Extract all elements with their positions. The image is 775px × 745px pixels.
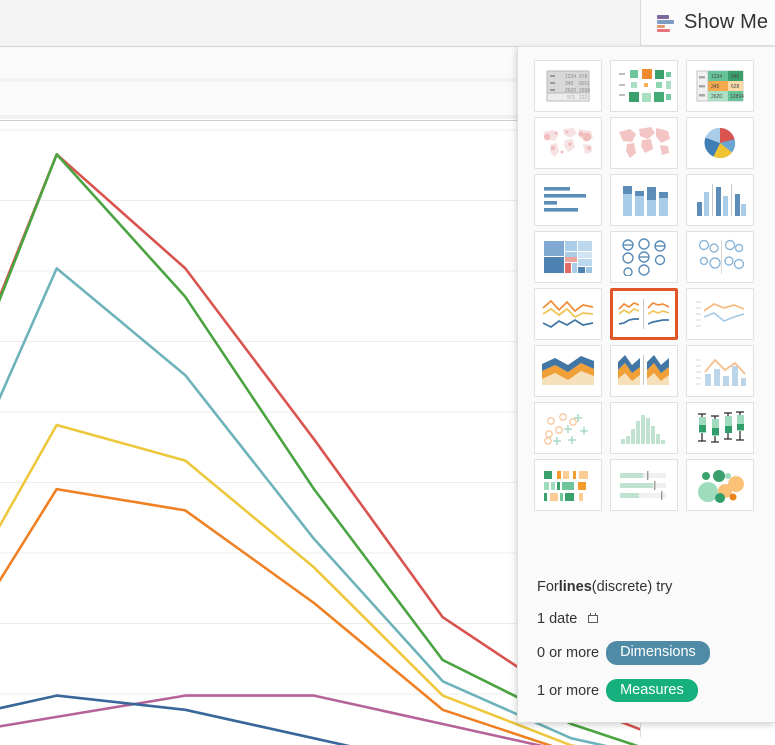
thumb-packed-bubbles[interactable] [686, 459, 754, 511]
thumb-circle-views[interactable] [610, 231, 678, 283]
thumb-side-by-side-circles[interactable] [686, 231, 754, 283]
show-me-title: Show Me [684, 11, 769, 33]
show-me-hint: For lines (discrete) try 1 date 0 or mor… [537, 579, 767, 703]
thumb-bullet-graphs[interactable] [610, 459, 678, 511]
hint-title: For lines (discrete) try [537, 579, 767, 595]
svg-text:2620: 2620 [711, 94, 722, 100]
svg-text:628: 628 [731, 84, 740, 90]
hint-measures-count: 1 or more [537, 682, 600, 699]
thumb-box-and-whisker[interactable] [686, 402, 754, 454]
thumb-dual-combination[interactable] [686, 345, 754, 397]
thumb-lines-discrete[interactable] [610, 288, 678, 340]
hint-date-count: 1 date [537, 611, 578, 627]
hint-title-suffix: (discrete) try [591, 579, 673, 595]
svg-text:1234: 1234 [711, 74, 722, 80]
svg-text:346: 346 [731, 74, 740, 80]
dimensions-pill: Dimensions [606, 641, 710, 665]
hint-title-bold: lines [558, 579, 592, 595]
hint-dimensions-count: 0 or more [537, 644, 600, 661]
thumb-highlight-tables[interactable]: 1234 346 345 628 2620 12894 [686, 60, 754, 112]
thumb-horizontal-bars[interactable] [534, 174, 602, 226]
hint-requirement-measures: 1 or more Measures [537, 678, 767, 703]
thumb-gantt[interactable] [534, 459, 602, 511]
svg-text:345: 345 [565, 81, 574, 87]
tableau-worksheet-window: Show Me 1234 678 345 9011 2620 2598 971 … [0, 0, 775, 745]
show-me-tab-header[interactable]: Show Me [640, 0, 775, 46]
thumb-area-charts-continuous[interactable] [534, 345, 602, 397]
thumb-lines-continuous[interactable] [534, 288, 602, 340]
svg-text:678: 678 [579, 74, 588, 80]
measures-pill: Measures [606, 678, 698, 703]
hint-requirement-date: 1 date [537, 611, 767, 627]
thumb-stacked-bars[interactable] [610, 174, 678, 226]
thumb-dual-lines[interactable] [686, 288, 754, 340]
svg-text:1234: 1234 [565, 74, 576, 80]
hint-requirement-dimensions: 0 or more Dimensions [537, 641, 767, 665]
thumb-heat-maps[interactable] [610, 60, 678, 112]
svg-text:971: 971 [567, 95, 576, 101]
calendar-icon [588, 613, 600, 625]
svg-text:9011: 9011 [579, 81, 590, 87]
show-me-bars-icon [655, 14, 675, 32]
thumb-maps[interactable] [610, 117, 678, 169]
thumb-treemaps[interactable] [534, 231, 602, 283]
thumb-pie-charts[interactable] [686, 117, 754, 169]
show-me-panel: 1234 678 345 9011 2620 2598 971 222 971 … [517, 46, 775, 723]
thumb-histogram[interactable] [610, 402, 678, 454]
thumb-symbol-maps[interactable] [534, 117, 602, 169]
toolbar-band [0, 0, 652, 47]
svg-text:345: 345 [711, 84, 720, 90]
thumb-scatter-plots[interactable] [534, 402, 602, 454]
svg-text:222: 222 [579, 95, 588, 101]
thumb-area-charts-discrete[interactable] [610, 345, 678, 397]
thumb-text-tables[interactable]: 1234 678 345 9011 2620 2598 971 222 971 … [534, 60, 602, 112]
thumb-side-by-side-bars[interactable] [686, 174, 754, 226]
hint-title-prefix: For [537, 579, 559, 595]
svg-text:12894: 12894 [730, 94, 744, 100]
show-me-thumbnail-grid: 1234 678 345 9011 2620 2598 971 222 971 … [534, 60, 758, 511]
